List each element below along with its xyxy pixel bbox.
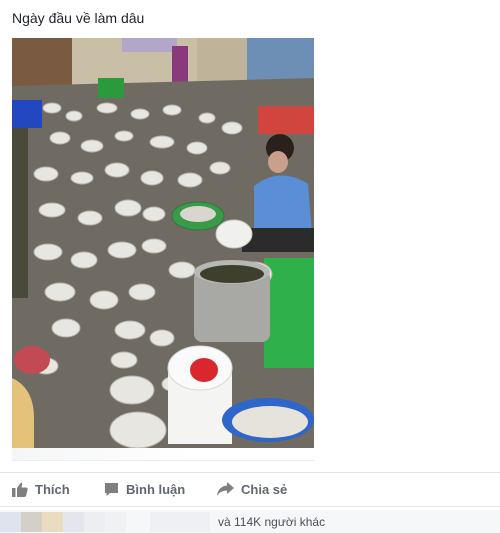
- avatar[interactable]: [0, 512, 21, 532]
- reactions-footer: và 114K người khác ​: [0, 510, 500, 533]
- comment-button[interactable]: Bình luận: [104, 480, 185, 498]
- like-button[interactable]: Thích: [12, 480, 70, 498]
- avatar[interactable]: [63, 512, 84, 532]
- photo-bottom-edge: [12, 448, 314, 461]
- comment-label: Bình luận: [126, 481, 186, 497]
- post-text: Ngày đầu về làm dâu: [12, 10, 145, 26]
- post-photo[interactable]: [12, 38, 314, 448]
- avatar[interactable]: [42, 512, 63, 532]
- footer-top-divider: [0, 506, 500, 507]
- action-bar: Thích Bình luận Chia sẻ: [0, 474, 500, 504]
- avatar[interactable]: [105, 512, 126, 532]
- avatar[interactable]: [84, 512, 105, 532]
- blurred-friend-names[interactable]: [150, 512, 210, 532]
- likes-count-text[interactable]: và 114K người khác: [218, 515, 325, 529]
- share-arrow-icon: [217, 482, 234, 496]
- photo-dishes-illustration: [12, 38, 314, 448]
- like-label: Thích: [35, 481, 70, 497]
- action-bar-top-divider: [0, 472, 500, 473]
- comment-icon: [105, 482, 118, 496]
- avatar[interactable]: [21, 512, 42, 532]
- share-label: Chia sẻ: [241, 481, 288, 497]
- thumbs-up-icon: [12, 482, 28, 497]
- share-button[interactable]: Chia sẻ: [217, 480, 287, 498]
